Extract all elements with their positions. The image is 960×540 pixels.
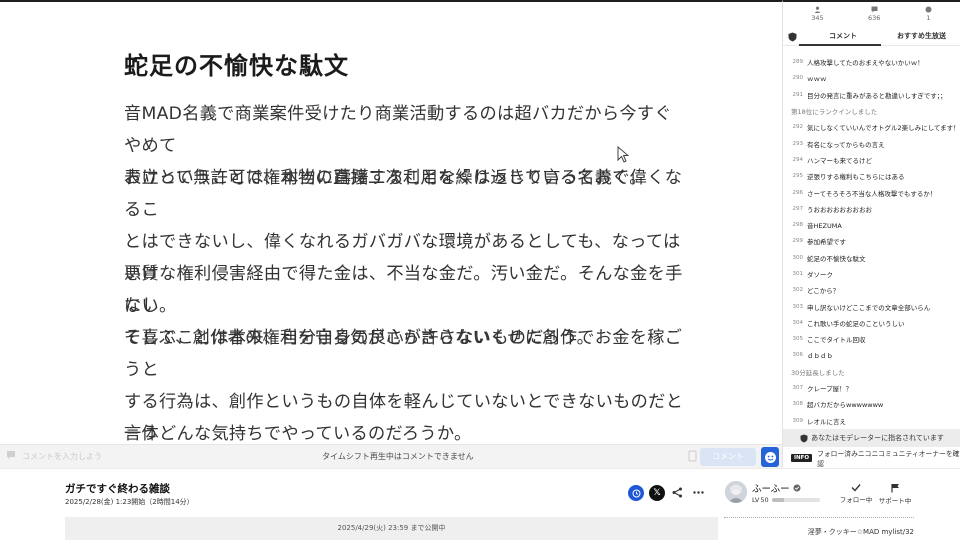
comment-row: 297 うおおおおおおおおお [792, 205, 873, 214]
timeshift-notice: タイムシフト再生中はコメントできません [322, 452, 474, 461]
comment-row: 307 クレープ屋！？ [792, 385, 853, 394]
public-period: 2025/4/29(火) 23:59 まで公開中 [65, 517, 718, 540]
panel-tabs: コメント おすすめ生放送 [783, 28, 960, 46]
owner-level: LV 50 [752, 496, 820, 504]
comment-row: 293 有名になってからもの言え [792, 140, 885, 149]
follow-label: フォロー中 [839, 496, 873, 504]
comment-row: 306 ｄｂｄｂ [792, 352, 834, 361]
comment-row: 299 参加希望です [792, 238, 847, 247]
viewer-icon [814, 6, 821, 13]
public-period-text: 2025/4/29(火) 23:59 まで公開中 [337, 524, 446, 532]
more-options-icon[interactable] [693, 491, 704, 494]
owner-name[interactable]: ふーふー [752, 481, 801, 495]
flag-icon [890, 484, 899, 493]
comment-row: 308 超バカだからwwwwwww [792, 401, 884, 410]
comment-row: 295 逆張りする権利もこちらにはある [792, 173, 905, 182]
comment-row: 309 レオルに言え [792, 417, 847, 426]
system-message: 第18位にランクインしました [791, 108, 878, 117]
level-label: LV [752, 496, 760, 504]
comment-row: 301 ダソーク [792, 271, 834, 279]
info-text: フォロー済みニコニコミュニティオーナーを確認 [817, 450, 960, 468]
info-badge: INFO [791, 454, 813, 462]
clock-icon [632, 489, 640, 497]
mouse-cursor-icon [617, 146, 629, 163]
comment-input-bar: コメントを入力しよう タイムシフト再生中はコメントできません コメント [0, 444, 782, 468]
related-link-text: 淫夢・クッキー☆MAD mylist/32 [807, 528, 914, 536]
info-bar[interactable]: INFO フォロー済みニコニコミュニティオーナーを確認 [783, 449, 960, 468]
comment-row: 289 人格攻撃してたのおまえやないかいｗ！ [792, 59, 924, 68]
stats-row: 345 636 1 [783, 2, 960, 26]
avatar-image [725, 481, 747, 503]
system-message: 30分延長しました [791, 368, 845, 377]
moderator-notice-text: あなたはモデレーターに指名されています [811, 434, 944, 442]
comment-row: 302 どこから？ [792, 287, 840, 296]
comment-submit-button[interactable]: コメント [700, 448, 756, 466]
follow-button[interactable]: フォロー中 [836, 483, 876, 504]
comment-row: 304 これ歌い手の蛇足のこというしい [792, 319, 905, 328]
comment-row: 291 目分の発言に重みがあると勘違いしすぎです；； [792, 91, 947, 100]
command-icon[interactable] [688, 450, 697, 462]
ad-count-value: 1 [926, 14, 931, 22]
comment-row: 294 ハンマーも来てるけど [792, 156, 873, 165]
face-icon [764, 451, 776, 463]
comment-row: 303 申し訳ないけどここまでの文章全部いらん [792, 303, 931, 312]
level-value: 50 [760, 496, 769, 504]
share-x-button[interactable]: 𝕏 [649, 485, 665, 501]
tab-recommend[interactable]: おすすめ生放送 [897, 31, 946, 41]
comment-bubble-icon [7, 451, 15, 459]
avatar[interactable] [725, 481, 747, 503]
program-title: ガチですぐ終わる雑談 [65, 483, 170, 495]
related-link[interactable]: 淫夢・クッキー☆MAD mylist/32 [724, 517, 914, 537]
active-tab-indicator [799, 44, 881, 46]
comment-row: 305 ここでタイトル回収 [792, 336, 866, 345]
comment-row: 290 ｗｗｗ [792, 75, 827, 84]
share-niconico-button[interactable] [628, 485, 644, 501]
comment-panel: 345 636 1 コメント おすすめ生放送 289 人格攻撃してたのおまえやない… [782, 0, 960, 468]
moderator-notice: あなたはモデレーターに指名されています [783, 429, 960, 447]
comment-list[interactable]: 289 人格攻撃してたのおまえやないかいｗ！ 290 ｗｗｗ 291 目分の発言に重み… [783, 54, 960, 429]
program-date: 2025/2/28(金) 1:23開始（2時間14分） [65, 498, 194, 506]
shield-icon [800, 434, 808, 442]
owner-name-text: ふーふー [752, 484, 790, 495]
comment-input[interactable]: コメントを入力しよう [22, 451, 102, 462]
level-progress-fill [771, 498, 784, 502]
comment-count: 636 [868, 6, 880, 26]
comment-row: 296 さーてそろそろ不当な人格攻撃でもするか！ [792, 189, 937, 198]
verified-icon [793, 484, 801, 492]
video-player[interactable]: 蛇足の不愉快な駄文 音MAD名義で商業案件受けたり商業活動するのは超バカだから今… [0, 0, 782, 444]
level-progress-bar [771, 498, 820, 502]
program-info: ガチですぐ終わる雑談 2025/2/28(金) 1:23開始（2時間14分） 𝕏… [0, 468, 960, 540]
share-icon[interactable] [672, 487, 683, 498]
x-logo-icon: 𝕏 [653, 488, 661, 498]
slide-title: 蛇足の不愉快な駄文 [124, 52, 349, 80]
viewer-count-value: 345 [811, 14, 824, 22]
slide-paragraph: 一体どんな気持ちでやっているのだろうか。 [124, 424, 472, 444]
comment-row: 292 気にしなくていいんでオトグル2楽しみにしてます！ [792, 124, 960, 133]
check-icon [851, 484, 861, 492]
nicoru-face-button[interactable] [761, 447, 779, 467]
comment-count-value: 636 [867, 14, 881, 22]
viewer-count: 345 [811, 6, 824, 26]
support-label: サポート中 [878, 497, 912, 505]
shield-icon[interactable] [788, 32, 797, 42]
ad-count: 1 [925, 6, 932, 26]
comment-row: 298 音HEZUMA [792, 222, 842, 231]
ad-icon [925, 6, 932, 13]
support-button[interactable]: サポート中 [876, 483, 914, 505]
comment-count-icon [871, 6, 878, 13]
comment-row: 300 蛇足の不愉快な駄文 [792, 254, 866, 263]
tab-comment[interactable]: コメント [829, 31, 857, 41]
